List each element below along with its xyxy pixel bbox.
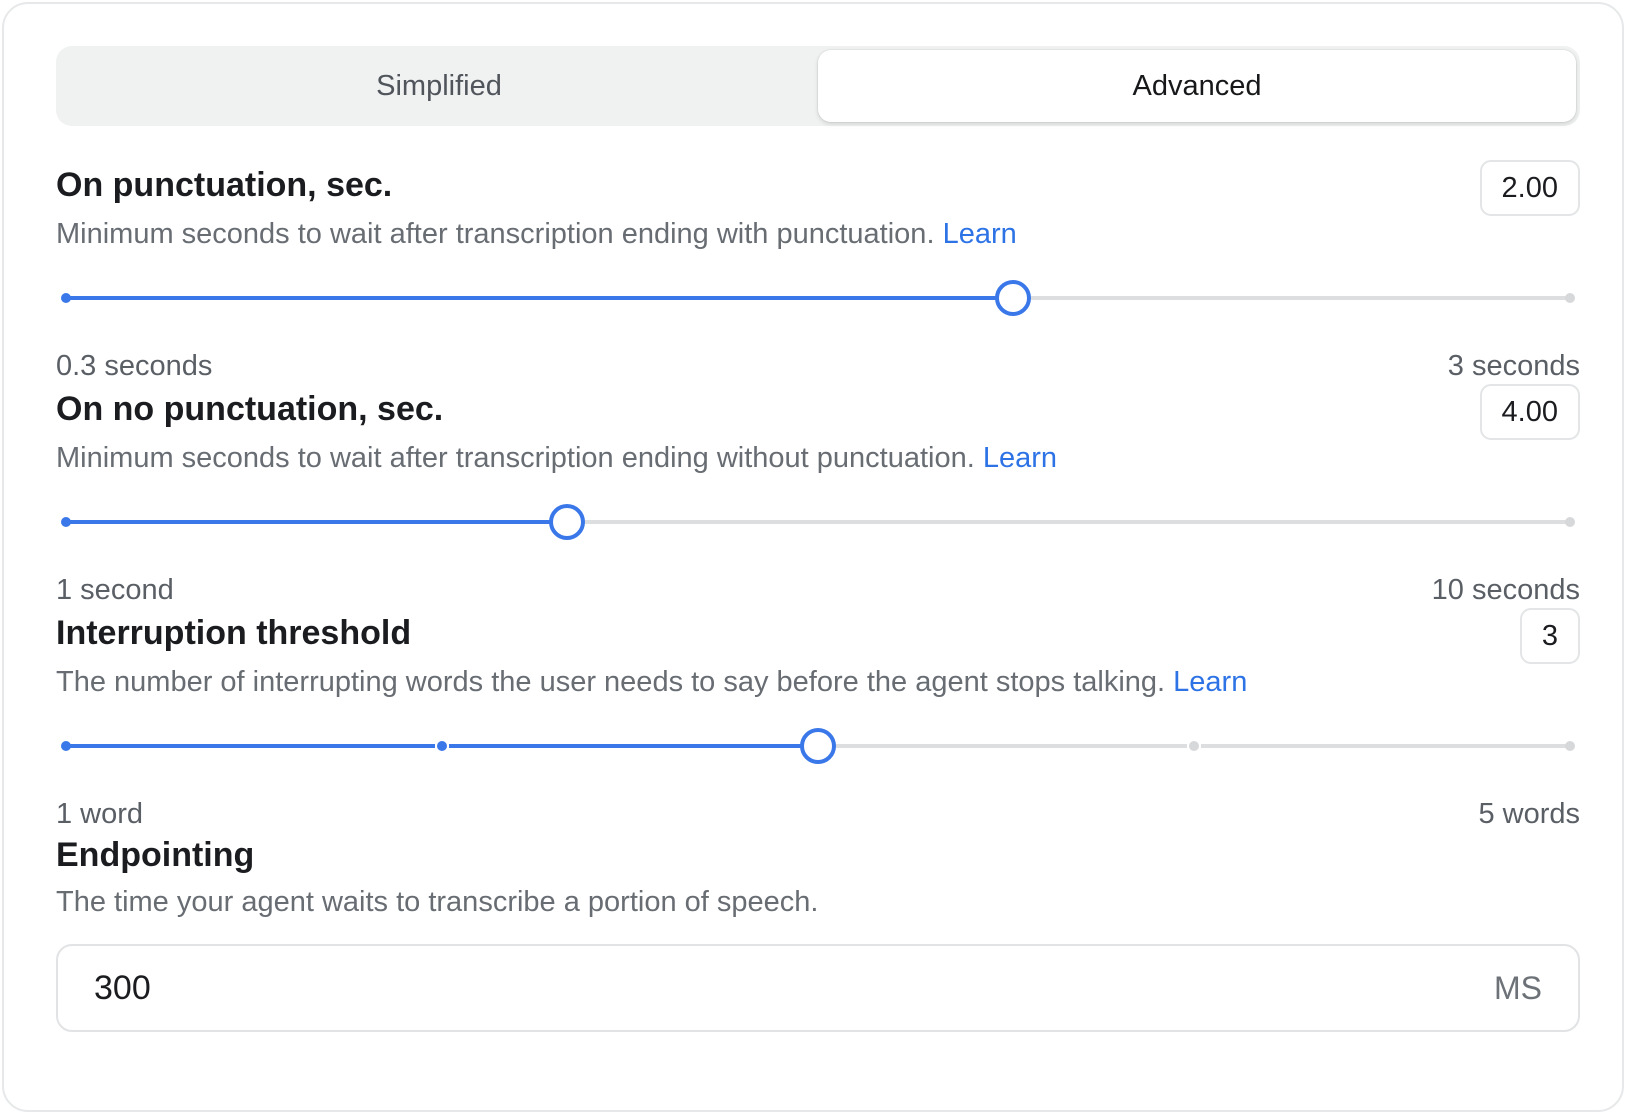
slider-thumb[interactable] — [800, 728, 836, 764]
slider-fill — [66, 520, 568, 524]
slider-step-dot — [1189, 741, 1199, 751]
description-text: Minimum seconds to wait after transcript… — [56, 218, 935, 250]
value-input[interactable]: 3 — [1519, 608, 1580, 664]
setting-title: On no punctuation, sec. — [56, 390, 444, 428]
learn-link[interactable]: Learn — [1173, 666, 1247, 698]
slider-thumb[interactable] — [549, 504, 586, 540]
setting-description: The number of interrupting words the use… — [56, 666, 1247, 699]
slider-min-label: 1 second — [56, 574, 174, 606]
slider[interactable] — [56, 726, 1580, 766]
endpointing-description: The time your agent waits to transcribe … — [56, 886, 819, 918]
tab-simplified[interactable]: Simplified — [60, 50, 818, 122]
value-input[interactable]: 4.00 — [1479, 384, 1580, 440]
endpointing-input[interactable] — [94, 946, 1394, 1030]
endpointing-title: Endpointing — [56, 836, 255, 874]
setting-description: Minimum seconds to wait after transcript… — [56, 442, 1057, 475]
slider-end-dot — [1565, 517, 1575, 527]
description-text: Minimum seconds to wait after transcript… — [56, 442, 975, 474]
slider-end-dot — [1565, 741, 1575, 751]
slider-min-label: 1 word — [56, 798, 144, 830]
description-text: The number of interrupting words the use… — [56, 666, 1166, 698]
settings-content: Simplified Advanced On punctuation, sec.… — [56, 46, 1580, 1032]
learn-link[interactable]: Learn — [983, 442, 1057, 474]
slider-max-label: 10 seconds — [1431, 574, 1580, 606]
slider-max-label: 5 words — [1478, 798, 1580, 830]
slider-fill — [66, 296, 1013, 300]
endpointing-field: MS — [56, 944, 1580, 1032]
slider-thumb[interactable] — [994, 280, 1031, 316]
slider-start-dot — [61, 517, 71, 527]
slider-min-label: 0.3 seconds — [56, 350, 213, 382]
slider-max-label: 3 seconds — [1447, 350, 1580, 382]
mode-tabs: Simplified Advanced — [56, 46, 1580, 126]
setting-description: Minimum seconds to wait after transcript… — [56, 218, 1017, 251]
settings-card: Simplified Advanced On punctuation, sec.… — [2, 2, 1624, 1112]
slider[interactable] — [56, 502, 1580, 542]
slider-start-dot — [61, 741, 71, 751]
slider-step-dot — [437, 741, 447, 751]
unit-label: MS — [1494, 969, 1542, 1006]
slider-start-dot — [61, 293, 71, 303]
tab-advanced[interactable]: Advanced — [818, 50, 1576, 122]
value-input[interactable]: 2.00 — [1479, 160, 1580, 216]
setting-title: Interruption threshold — [56, 614, 412, 652]
slider-end-dot — [1565, 293, 1575, 303]
learn-link[interactable]: Learn — [943, 218, 1017, 250]
setting-title: On punctuation, sec. — [56, 166, 393, 204]
slider[interactable] — [56, 278, 1580, 318]
